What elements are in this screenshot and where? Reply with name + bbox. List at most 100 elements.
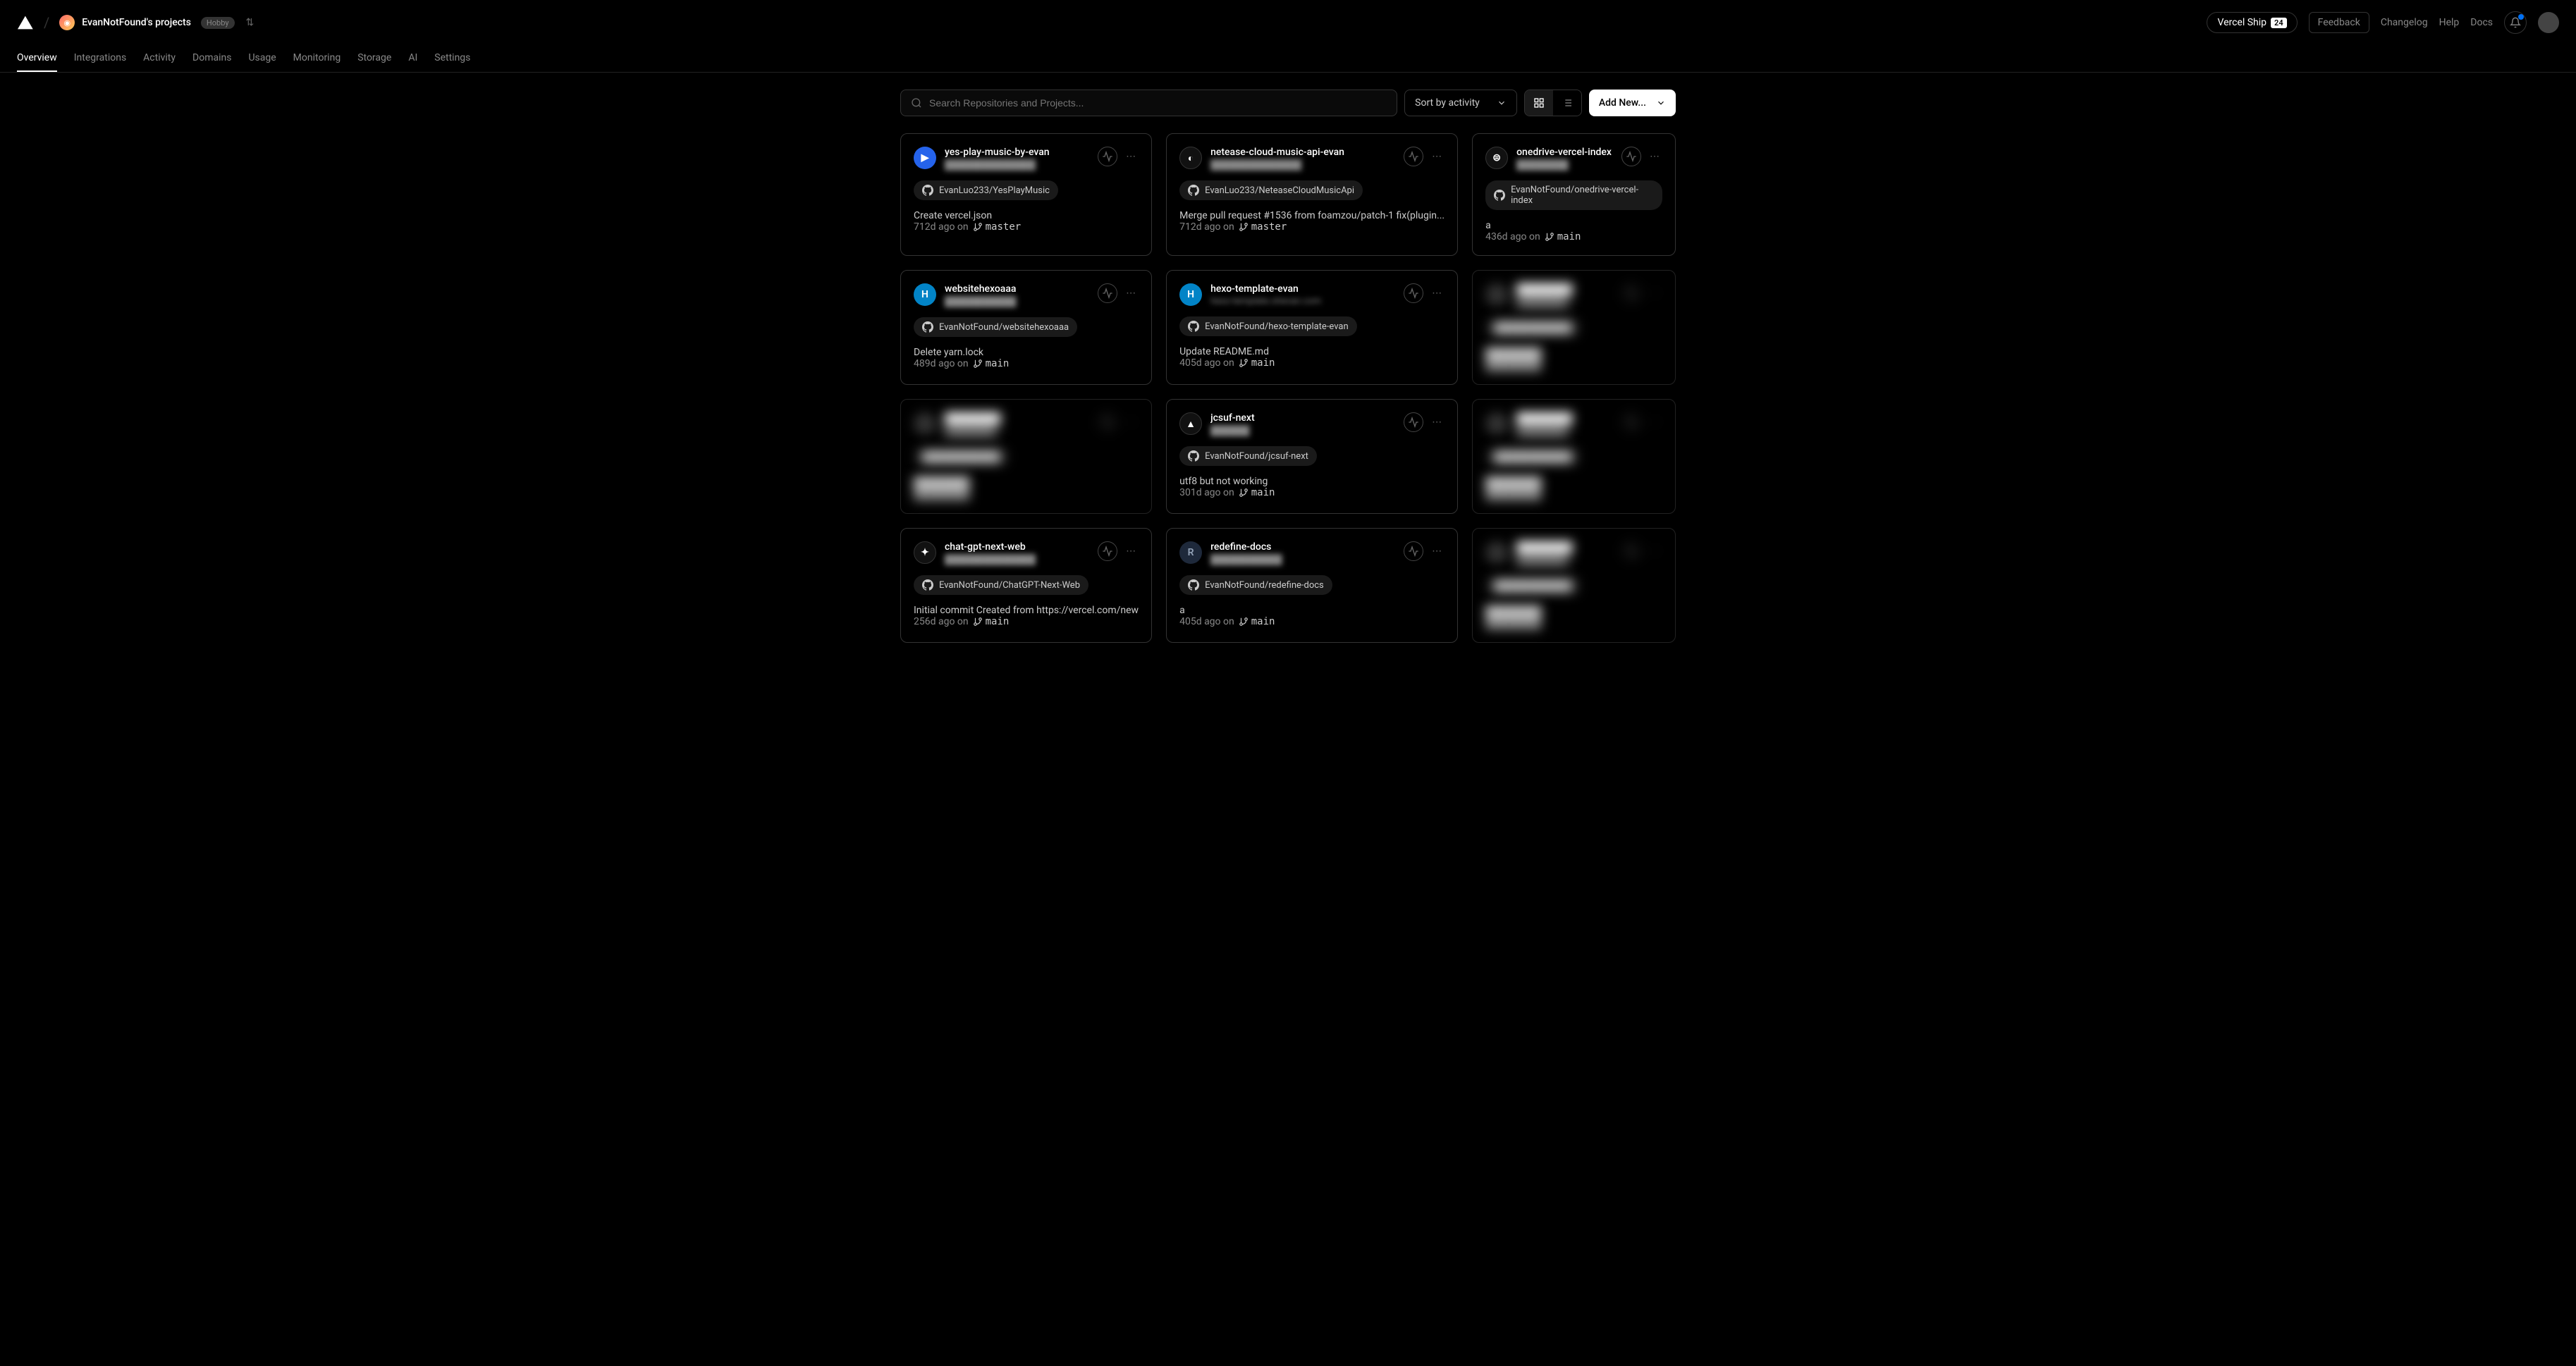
project-card[interactable]: ████████████████⋯███████████████████████… xyxy=(1472,270,1676,385)
docs-link[interactable]: Docs xyxy=(2470,17,2493,28)
vercel-ship-button[interactable]: Vercel Ship 24 xyxy=(2207,12,2297,33)
activity-button[interactable] xyxy=(1621,147,1641,166)
project-icon: ▲ xyxy=(1179,412,1202,435)
more-button[interactable]: ⋯ xyxy=(1429,417,1445,428)
repo-name: EvanNotFound/jcsuf-next xyxy=(1205,451,1308,462)
project-url[interactable]: ██████████████ xyxy=(1210,159,1395,171)
help-link[interactable]: Help xyxy=(2439,17,2460,28)
sort-dropdown[interactable]: Sort by activity xyxy=(1404,90,1517,116)
activity-button[interactable] xyxy=(1098,541,1117,561)
more-button[interactable]: ⋯ xyxy=(1647,151,1662,162)
repo-link[interactable]: EvanNotFound/onedrive-vercel-index xyxy=(1485,180,1662,210)
project-icon: ✦ xyxy=(914,541,936,564)
card-actions: ⋯ xyxy=(1098,283,1139,303)
project-info: onedrive-vercel-index████████ xyxy=(1516,147,1613,171)
list-view-button[interactable] xyxy=(1553,90,1581,116)
branch-name: main xyxy=(1239,487,1275,498)
commit-meta: 301d ago on main xyxy=(1179,487,1445,498)
repo-link[interactable]: EvanLuo233/NeteaseCloudMusicApi xyxy=(1179,180,1363,200)
tab-ai[interactable]: AI xyxy=(408,45,417,72)
project-card[interactable]: ▶yes-play-music-by-evan██████████████⋯Ev… xyxy=(900,133,1152,256)
project-info: redefine-docs███████████ xyxy=(1210,541,1395,565)
repo-name: EvanLuo233/NeteaseCloudMusicApi xyxy=(1205,185,1354,196)
more-button[interactable]: ⋯ xyxy=(1123,546,1139,557)
commit-message: Initial commit Created from https://verc… xyxy=(914,605,1139,616)
project-url[interactable]: ███████████ xyxy=(1210,554,1395,565)
activity-button[interactable] xyxy=(1404,283,1423,303)
vercel-logo-icon[interactable] xyxy=(17,14,34,31)
tab-integrations[interactable]: Integrations xyxy=(74,45,126,72)
project-url[interactable]: ██████████████ xyxy=(945,159,1089,171)
activity-button[interactable] xyxy=(1404,412,1423,432)
repo-link[interactable]: EvanNotFound/redefine-docs xyxy=(1179,575,1332,595)
project-icon: H xyxy=(1179,283,1202,306)
more-button[interactable]: ⋯ xyxy=(1123,151,1139,162)
tab-usage[interactable]: Usage xyxy=(248,45,276,72)
project-name: chat-gpt-next-web xyxy=(945,541,1089,553)
more-button[interactable]: ⋯ xyxy=(1429,288,1445,299)
project-card[interactable]: ▲jcsuf-next██████⋯EvanNotFound/jcsuf-nex… xyxy=(1166,399,1458,514)
tab-settings[interactable]: Settings xyxy=(434,45,470,72)
github-icon xyxy=(922,579,933,591)
project-url[interactable]: ████████ xyxy=(1516,159,1613,171)
main-tabs: Overview Integrations Activity Domains Usage… xyxy=(0,45,2576,73)
project-card[interactable]: ✦ chat-gpt-next-web██████████████ ⋯ EvanNot… xyxy=(900,528,1152,643)
tab-storage[interactable]: Storage xyxy=(357,45,391,72)
project-info: websitehexoaaa███████████ xyxy=(945,283,1089,307)
search-icon xyxy=(911,97,922,109)
commit-meta: 489d ago on main xyxy=(914,358,1139,369)
project-url[interactable]: ██████████████ xyxy=(945,554,1089,565)
repo-link[interactable]: EvanNotFound/websitehexoaaa xyxy=(914,317,1077,337)
notifications-button[interactable] xyxy=(2504,11,2527,34)
project-card[interactable]: Hwebsitehexoaaa███████████⋯EvanNotFound/… xyxy=(900,270,1152,385)
repo-name: EvanNotFound/websitehexoaaa xyxy=(939,322,1069,333)
grid-view-button[interactable] xyxy=(1525,90,1553,116)
project-card[interactable]: ████████████████⋯███████████████████████… xyxy=(900,399,1152,514)
more-button[interactable]: ⋯ xyxy=(1429,151,1445,162)
repo-link[interactable]: EvanNotFound/ChatGPT-Next-Web xyxy=(914,575,1088,595)
changelog-link[interactable]: Changelog xyxy=(2381,17,2428,28)
commit-info: a436d ago on main xyxy=(1485,220,1662,242)
activity-button[interactable] xyxy=(1098,147,1117,166)
github-icon xyxy=(1188,450,1199,462)
repo-link[interactable]: EvanNotFound/hexo-template-evan xyxy=(1179,316,1357,336)
project-card[interactable]: ████████████████⋯███████████████████████… xyxy=(1472,399,1676,514)
project-url[interactable]: hexo-template.ohevan.com xyxy=(1210,296,1395,307)
project-url[interactable]: ██████ xyxy=(1210,425,1395,436)
activity-button[interactable] xyxy=(1404,147,1423,166)
project-info: hexo-template-evanhexo-template.ohevan.c… xyxy=(1210,283,1395,307)
project-card[interactable]: Hhexo-template-evanhexo-template.ohevan.… xyxy=(1166,270,1458,385)
project-url[interactable]: ███████████ xyxy=(945,296,1089,307)
breadcrumb-slash: / xyxy=(44,14,49,31)
repo-link[interactable]: EvanLuo233/YesPlayMusic xyxy=(914,180,1058,200)
tab-overview[interactable]: Overview xyxy=(17,45,57,72)
commit-info: Initial commit Created from https://verc… xyxy=(914,605,1139,627)
project-icon: ▶ xyxy=(914,147,936,169)
user-avatar[interactable] xyxy=(2538,12,2559,33)
activity-button[interactable] xyxy=(1098,283,1117,303)
card-actions: ⋯ xyxy=(1098,541,1139,561)
project-card[interactable]: ⊜onedrive-vercel-index████████⋯EvanNotFo… xyxy=(1472,133,1676,256)
tab-activity[interactable]: Activity xyxy=(143,45,176,72)
project-card[interactable]: ████████████████⋯███████████████████████… xyxy=(1472,528,1676,643)
tab-monitoring[interactable]: Monitoring xyxy=(293,45,341,72)
search-input[interactable] xyxy=(929,97,1387,109)
search-input-wrapper[interactable] xyxy=(900,90,1397,116)
commit-meta: 712d ago on master xyxy=(1179,221,1445,233)
repo-link[interactable]: EvanNotFound/jcsuf-next xyxy=(1179,446,1317,466)
tab-domains[interactable]: Domains xyxy=(192,45,231,72)
add-new-button[interactable]: Add New... xyxy=(1589,90,1676,116)
activity-button[interactable] xyxy=(1404,541,1423,561)
commit-info: Delete yarn.lock489d ago on main xyxy=(914,347,1139,369)
team-selector[interactable]: ◉ EvanNotFound's projects Hobby ⇅ xyxy=(59,15,254,30)
feedback-button[interactable]: Feedback xyxy=(2309,12,2369,33)
project-card[interactable]: Rredefine-docs███████████⋯EvanNotFound/r… xyxy=(1166,528,1458,643)
chevron-updown-icon[interactable]: ⇅ xyxy=(246,17,254,28)
project-card[interactable]: ◐netease-cloud-music-api-evan███████████… xyxy=(1166,133,1458,256)
more-button[interactable]: ⋯ xyxy=(1123,288,1139,299)
card-actions: ⋯ xyxy=(1404,283,1445,303)
header-right: Vercel Ship 24 Feedback Changelog Help D… xyxy=(2207,11,2559,34)
project-info: netease-cloud-music-api-evan████████████… xyxy=(1210,147,1395,171)
card-header: Hhexo-template-evanhexo-template.ohevan.… xyxy=(1179,283,1445,307)
more-button[interactable]: ⋯ xyxy=(1429,546,1445,557)
